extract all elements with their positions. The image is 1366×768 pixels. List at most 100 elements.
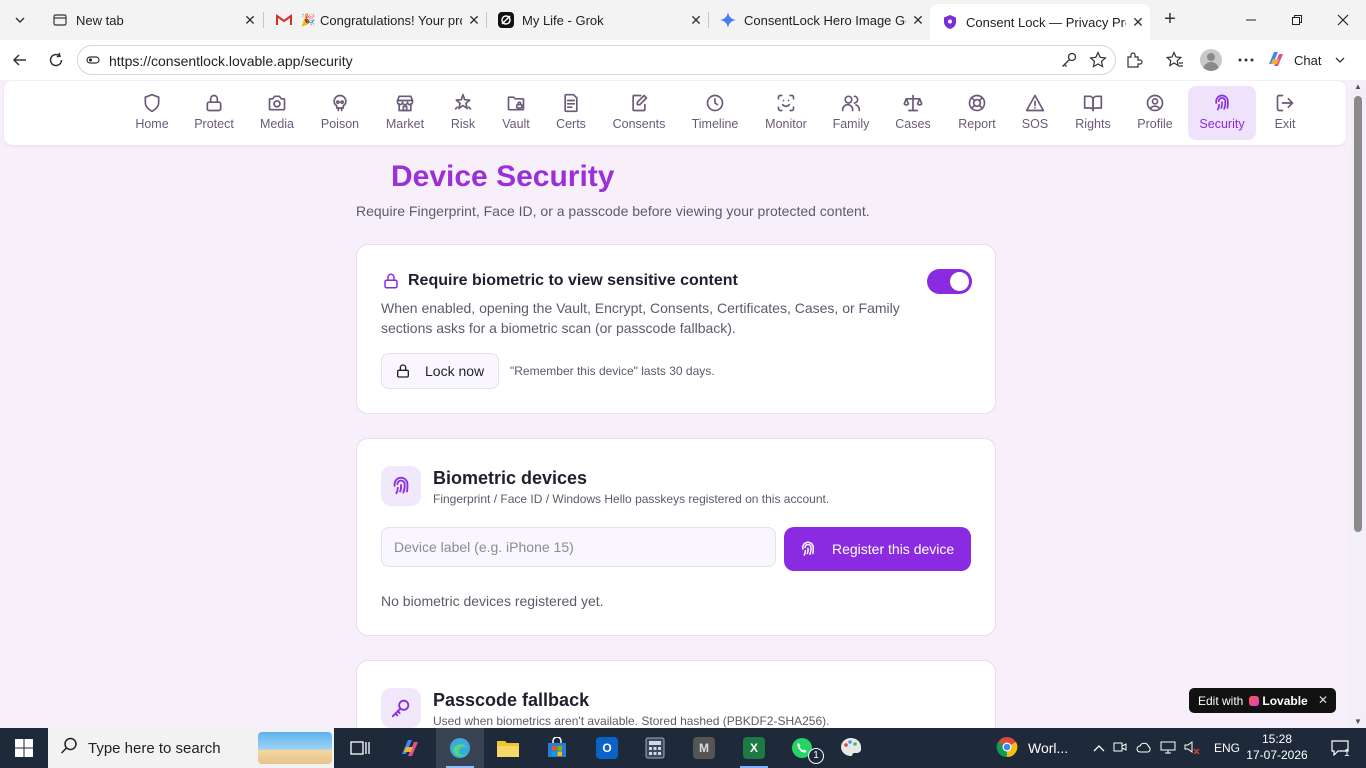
tab-grok[interactable]: My Life - Grok ✕ [486, 4, 708, 36]
profile-avatar[interactable] [1200, 49, 1222, 71]
url-text[interactable]: https://consentlock.lovable.app/security [109, 53, 353, 69]
window-close-icon[interactable] [1320, 0, 1366, 40]
close-icon[interactable]: ✕ [462, 12, 486, 29]
extensions-icon[interactable] [1124, 50, 1144, 70]
calculator-icon[interactable] [631, 728, 679, 768]
chevron-down-icon [1335, 53, 1345, 68]
cloud-icon[interactable] [1132, 741, 1156, 756]
close-icon[interactable]: ✕ [238, 12, 262, 29]
file-explorer-icon[interactable] [484, 728, 532, 768]
gmail-app-icon[interactable]: M [680, 728, 728, 768]
language-indicator[interactable]: ENG [1214, 741, 1240, 755]
favorite-star-icon[interactable] [1089, 51, 1107, 69]
microsoft-store-icon[interactable] [533, 728, 581, 768]
nav-item-timeline[interactable]: Timeline [687, 86, 743, 140]
clock-icon [706, 94, 724, 112]
restore-icon[interactable] [1274, 0, 1320, 40]
nav-item-protect[interactable]: Protect [189, 86, 239, 140]
nav-item-family[interactable]: Family [826, 86, 876, 140]
speaker-muted-icon[interactable] [1180, 740, 1204, 757]
minimize-icon[interactable] [1228, 0, 1274, 40]
close-icon[interactable]: ✕ [1126, 14, 1150, 31]
task-view-icon[interactable] [336, 728, 384, 768]
nav-label: Market [385, 117, 425, 131]
tab-gemini[interactable]: ConsentLock Hero Image Gene ✕ [708, 4, 930, 36]
excel-icon[interactable]: X [730, 728, 778, 768]
chevron-up-icon[interactable] [1090, 741, 1108, 755]
nav-item-media[interactable]: Media [252, 86, 302, 140]
nav-label: Vault [502, 117, 530, 131]
nav-item-profile[interactable]: Profile [1130, 86, 1180, 140]
close-icon[interactable]: ✕ [684, 12, 708, 29]
chrome-icon [996, 736, 1018, 761]
system-clock[interactable]: 15:28 17-07-2026 [1246, 731, 1308, 763]
lock-now-button[interactable]: Lock now [381, 353, 499, 389]
nav-label: Protect [194, 117, 234, 131]
biometric-toggle[interactable] [927, 269, 972, 294]
nav-item-cases[interactable]: Cases [888, 86, 938, 140]
scale-icon [903, 94, 923, 112]
nav-label: Certs [556, 117, 586, 131]
edit-with-lovable-badge[interactable]: Edit with Lovable ✕ [1189, 688, 1336, 713]
nav-item-home[interactable]: Home [127, 86, 177, 140]
nav-item-consents[interactable]: Consents [609, 86, 669, 140]
nav-item-risk[interactable]: Risk [438, 86, 488, 140]
nav-item-market[interactable]: Market [380, 86, 430, 140]
nav-item-poison[interactable]: Poison [315, 86, 365, 140]
edge-browser-icon[interactable] [436, 728, 484, 768]
address-bar[interactable]: https://consentlock.lovable.app/security [77, 45, 1116, 75]
scrollbar-thumb[interactable] [1354, 96, 1362, 532]
tab-gmail[interactable]: 🎉 Congratulations! Your proje ✕ [264, 4, 486, 36]
browser-tab-strip: New tab ✕ 🎉 Congratulations! Your proje … [0, 0, 1366, 40]
favorites-icon[interactable] [1165, 50, 1185, 70]
tab-actions-menu-icon[interactable] [7, 7, 33, 33]
nav-label: Profile [1137, 117, 1173, 131]
whatsapp-icon[interactable]: 1 [778, 728, 826, 768]
new-tab-plus-icon[interactable]: + [1158, 8, 1182, 32]
meet-now-icon[interactable] [1108, 740, 1132, 757]
scroll-down-arrow-icon[interactable]: ▼ [1354, 717, 1362, 726]
scroll-up-arrow-icon[interactable]: ▲ [1354, 82, 1362, 91]
passcode-fallback-subtitle: Used when biometrics aren't available. S… [433, 714, 830, 728]
nav-item-sos[interactable]: SOS [1010, 86, 1060, 140]
close-icon[interactable]: ✕ [906, 12, 930, 29]
copilot-app-icon[interactable] [386, 728, 434, 768]
weather-widget[interactable]: Worl... [996, 728, 1068, 768]
nav-item-exit[interactable]: Exit [1260, 86, 1310, 140]
paint-icon[interactable] [827, 728, 875, 768]
register-device-button[interactable]: Register this device [784, 527, 971, 571]
site-info-icon[interactable] [86, 53, 100, 67]
tab-title: My Life - Grok [522, 12, 604, 28]
toggle-knob [950, 272, 969, 291]
remember-device-note: "Remember this device" lasts 30 days. [510, 364, 715, 378]
taskbar-search-box[interactable]: Type here to search [48, 728, 334, 768]
biometric-requirement-card: Require biometric to view sensitive cont… [356, 244, 996, 414]
copilot-chat-button[interactable]: Chat [1266, 46, 1362, 74]
camera-icon [268, 95, 286, 111]
tab-consentlock[interactable]: Consent Lock — Privacy Protec ✕ [930, 4, 1150, 40]
page-subtitle: Require Fingerprint, Face ID, or a passc… [356, 203, 870, 219]
more-menu-icon[interactable] [1236, 50, 1256, 70]
nav-item-monitor[interactable]: Monitor [759, 86, 813, 140]
bug-icon [454, 93, 472, 110]
nav-label: Timeline [691, 117, 739, 131]
lovable-logo-icon [1249, 695, 1260, 706]
outlook-icon[interactable]: O [583, 728, 631, 768]
windows-start-icon[interactable] [0, 728, 48, 768]
nav-item-vault[interactable]: Vault [491, 86, 541, 140]
nav-item-rights[interactable]: Rights [1068, 86, 1118, 140]
nav-item-certs[interactable]: Certs [546, 86, 596, 140]
page-scrollbar[interactable]: ▲ ▼ [1350, 80, 1366, 728]
refresh-icon[interactable] [44, 48, 68, 72]
nav-label: Media [259, 117, 295, 131]
close-icon[interactable]: ✕ [1318, 693, 1328, 707]
biometric-devices-card: Biometric devices Fingerprint / Face ID … [356, 438, 996, 636]
nav-item-security[interactable]: Security [1188, 86, 1256, 140]
network-icon[interactable] [1156, 740, 1180, 757]
device-label-input[interactable] [381, 527, 776, 567]
tab-new-tab[interactable]: New tab ✕ [40, 4, 262, 36]
notification-center-icon[interactable]: 1 [1320, 728, 1360, 768]
key-icon[interactable] [1060, 51, 1078, 69]
back-arrow-icon[interactable] [8, 48, 32, 72]
nav-item-report[interactable]: Report [952, 86, 1002, 140]
